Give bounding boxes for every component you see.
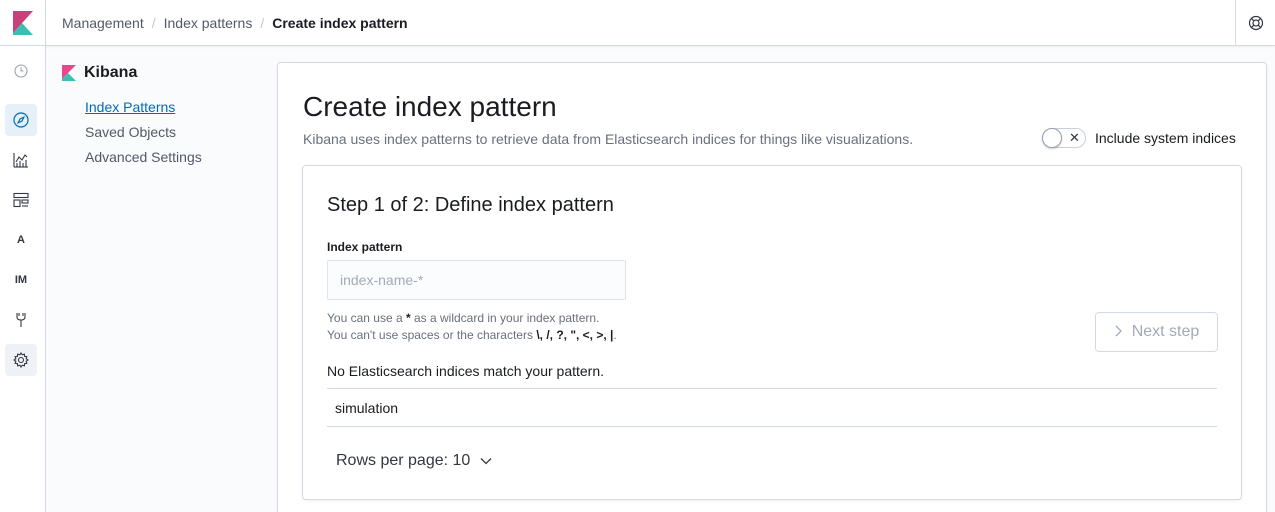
- dashboard-icon: [13, 192, 29, 208]
- rows-per-page-button[interactable]: Rows per page: 10: [336, 452, 492, 470]
- help-line-characters: You can't use spaces or the characters \…: [327, 328, 617, 342]
- top-bar: Management / Index patterns / Create ind…: [0, 0, 1275, 46]
- step-panel: Step 1 of 2: Define index pattern Index …: [302, 165, 1242, 500]
- lifebuoy-icon: [1248, 15, 1263, 31]
- help-line-wildcard: You can use a * as a wildcard in your in…: [327, 311, 600, 325]
- side-menu-item-advanced-settings[interactable]: Advanced Settings: [85, 149, 202, 165]
- chevron-down-icon: [480, 452, 492, 470]
- clock-icon: [14, 64, 28, 78]
- index-pattern-label: Index pattern: [327, 240, 403, 254]
- page-title: Create index pattern: [303, 91, 557, 122]
- nav-discover[interactable]: [5, 104, 37, 136]
- kibana-logo-icon: [62, 65, 76, 81]
- index-pattern-input[interactable]: [327, 260, 626, 300]
- side-menu-title-text: Kibana: [84, 64, 138, 81]
- toggle-label: Include system indices: [1095, 130, 1236, 146]
- main-panel: Create index pattern Kibana uses index p…: [277, 62, 1267, 512]
- toggle-knob: [1042, 128, 1062, 148]
- gear-icon: [13, 352, 29, 368]
- breadcrumb: Management / Index patterns / Create ind…: [46, 15, 408, 31]
- next-step-button[interactable]: Next step: [1095, 312, 1218, 352]
- side-menu-title: Kibana: [62, 64, 137, 82]
- next-step-label: Next step: [1131, 323, 1200, 340]
- rows-per-page-label: Rows per page: 10: [336, 452, 471, 469]
- nav-management[interactable]: [5, 344, 37, 376]
- kibana-logo-button[interactable]: [0, 0, 46, 46]
- chevron-right-icon: [1114, 324, 1122, 340]
- breadcrumb-management[interactable]: Management: [62, 15, 144, 31]
- step-title: Step 1 of 2: Define index pattern: [327, 194, 614, 216]
- nav-recently-viewed[interactable]: [5, 55, 37, 87]
- nav-apm[interactable]: A: [5, 224, 37, 256]
- kibana-logo-icon: [12, 10, 33, 35]
- page-description: Kibana uses index patterns to retrieve d…: [303, 131, 914, 147]
- help-text: You can use a * as a wildcard in your in…: [327, 310, 617, 344]
- indices-table: simulation: [327, 388, 1217, 427]
- nav-visualize[interactable]: [5, 144, 37, 176]
- help-button[interactable]: [1235, 0, 1275, 46]
- chart-icon: [13, 153, 28, 168]
- compass-icon: [13, 112, 29, 128]
- left-nav: A IM: [0, 46, 46, 512]
- table-row: simulation: [327, 389, 1217, 426]
- nav-infra-metrics[interactable]: IM: [5, 264, 37, 296]
- nav-dev-tools[interactable]: [5, 304, 37, 336]
- nav-dashboard[interactable]: [5, 184, 37, 216]
- management-side-menu: Kibana Index Patterns Saved Objects Adva…: [46, 46, 276, 512]
- index-name-cell: simulation: [335, 399, 399, 416]
- no-match-message: No Elasticsearch indices match your patt…: [327, 363, 605, 379]
- breadcrumb-create-index-pattern: Create index pattern: [272, 14, 408, 31]
- breadcrumb-index-patterns[interactable]: Index patterns: [164, 15, 253, 31]
- breadcrumb-separator: /: [260, 14, 265, 31]
- wrench-icon: [16, 313, 26, 327]
- include-system-indices-toggle[interactable]: ✕ Include system indices: [1042, 128, 1236, 148]
- side-menu-item-index-patterns[interactable]: Index Patterns: [85, 99, 175, 115]
- breadcrumb-separator: /: [151, 14, 156, 31]
- toggle-switch[interactable]: ✕: [1042, 128, 1086, 148]
- close-icon: ✕: [1069, 130, 1080, 145]
- side-menu-item-saved-objects[interactable]: Saved Objects: [85, 124, 176, 140]
